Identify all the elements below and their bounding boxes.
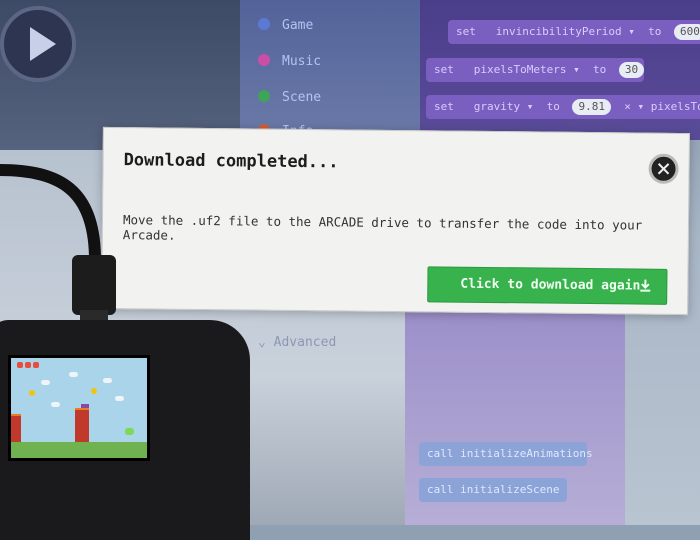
coin-icon	[91, 388, 97, 394]
cloud-icon	[103, 378, 112, 383]
code-workspace: set invincibilityPeriod ▾ to 600 set pix…	[420, 0, 700, 140]
dialog-message: Move the .uf2 file to the ARCADE drive t…	[122, 212, 643, 243]
block-value[interactable]: 30	[618, 62, 645, 78]
cloud-icon	[69, 372, 78, 377]
block-variable: gravity ▾	[473, 100, 534, 113]
cloud-icon	[51, 402, 60, 407]
brick-pillar	[11, 414, 21, 442]
block-to: to	[592, 63, 607, 76]
heart-icon	[25, 362, 31, 368]
coin-icon	[29, 390, 35, 396]
call-block[interactable]: call initializeAnimations	[419, 442, 593, 466]
block-extra: × ▾ pixelsTo	[624, 100, 700, 113]
download-dialog: Download completed... Move the .uf2 file…	[101, 126, 690, 316]
heart-icon	[17, 362, 23, 368]
call-block-label: call initializeAnimations	[427, 447, 593, 460]
block-value[interactable]: 9.81	[572, 99, 611, 115]
block-keyword: set	[456, 25, 476, 38]
advanced-label: Advanced	[273, 335, 337, 350]
download-again-label: Click to download again	[460, 276, 641, 294]
cloud-icon	[41, 380, 50, 385]
code-block-set[interactable]: set gravity ▾ to 9.81 × ▾ pixelsTo	[426, 95, 700, 119]
code-block-set[interactable]: set pixelsToMeters ▾ to 30	[426, 58, 645, 82]
lower-code-area: call initializeAnimations call initializ…	[405, 300, 625, 525]
close-button[interactable]	[648, 153, 679, 184]
play-button[interactable]	[0, 6, 76, 82]
category-game[interactable]: Game	[258, 18, 313, 33]
block-to: to	[648, 25, 662, 38]
tree-icon	[258, 90, 270, 102]
code-block-set[interactable]: set invincibilityPeriod ▾ to 600	[448, 20, 700, 44]
download-again-button[interactable]: Click to download again	[427, 266, 668, 305]
block-keyword: set	[434, 100, 454, 113]
call-block[interactable]: call initializeScene	[419, 478, 567, 502]
category-music-label: Music	[282, 54, 322, 69]
block-variable: invincibilityPeriod ▾	[495, 25, 635, 38]
dialog-title: Download completed...	[123, 150, 339, 173]
block-to: to	[546, 100, 560, 113]
toolbox-categories: Game Music Scene Info	[240, 0, 420, 140]
block-value[interactable]: 600	[673, 24, 700, 40]
download-icon	[640, 279, 651, 292]
enemy-sprite	[125, 428, 134, 435]
category-scene[interactable]: Scene	[258, 90, 321, 105]
category-music[interactable]: Music	[258, 54, 321, 69]
console-screen	[8, 355, 150, 461]
game-icon	[258, 18, 270, 30]
heart-icon	[33, 362, 39, 368]
cloud-icon	[115, 396, 124, 401]
brick-pillar	[75, 408, 89, 442]
call-block-label: call initializeScene	[427, 483, 560, 496]
block-keyword: set	[434, 63, 454, 76]
block-variable: pixelsToMeters ▾	[473, 63, 580, 76]
ground	[11, 442, 147, 458]
play-icon	[30, 27, 56, 61]
category-scene-label: Scene	[282, 90, 322, 105]
close-icon	[657, 163, 670, 175]
advanced-toggle[interactable]: ⌄ Advanced	[258, 335, 336, 350]
headphones-icon	[258, 54, 270, 66]
category-game-label: Game	[282, 18, 314, 33]
chevron-down-icon: ⌄	[258, 335, 274, 350]
